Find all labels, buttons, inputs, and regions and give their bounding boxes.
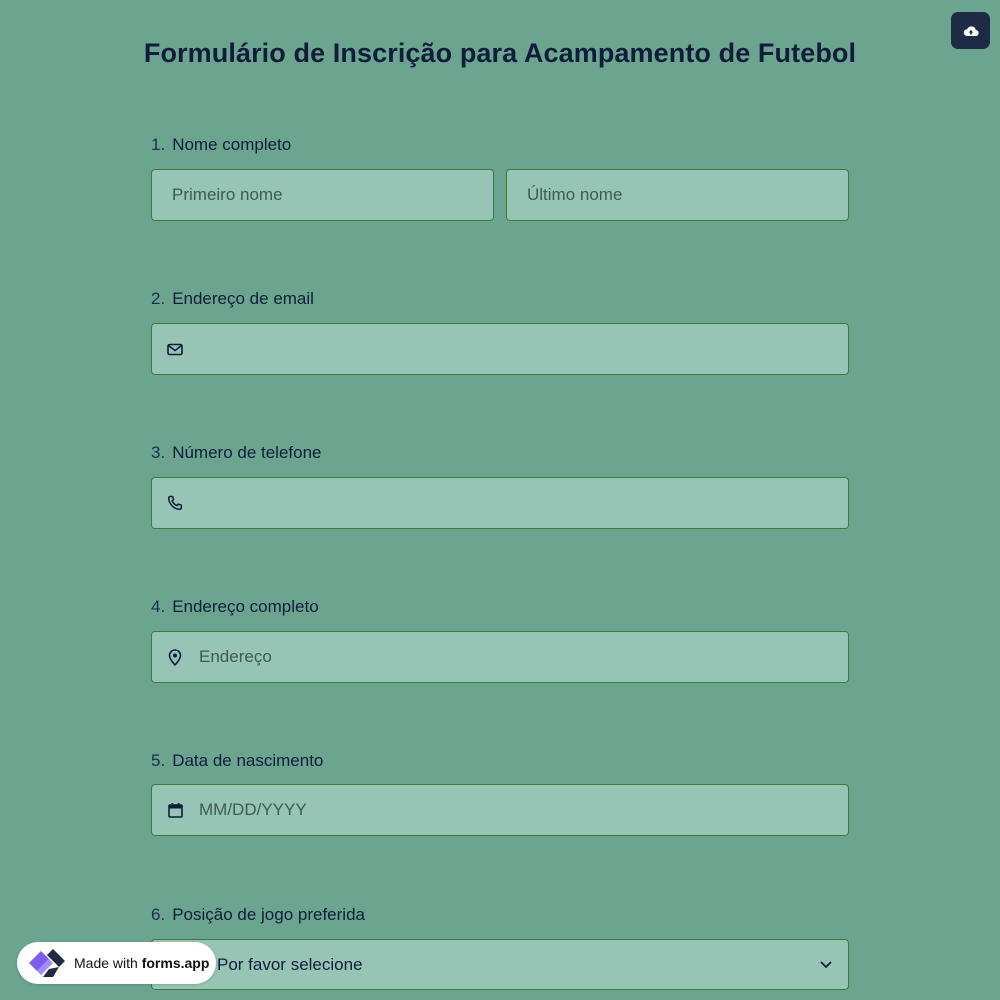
question-4-label: 4. Endereço completo <box>151 597 319 617</box>
address-input[interactable] <box>199 632 848 682</box>
made-with-forms-app-badge[interactable]: Made with forms.app <box>17 942 216 984</box>
phone-icon <box>165 493 185 513</box>
question-number: 6. <box>151 905 166 924</box>
position-select-value: Por favor selecione <box>217 954 363 974</box>
question-6-label: 6. Posição de jogo preferida <box>151 905 365 925</box>
calendar-icon <box>165 800 185 820</box>
badge-text: Made with forms.app <box>74 955 209 971</box>
first-name-field[interactable] <box>151 169 494 221</box>
first-name-input[interactable] <box>152 170 493 220</box>
question-text: Endereço completo <box>172 597 319 616</box>
birthdate-input[interactable] <box>199 785 848 835</box>
last-name-field[interactable] <box>506 169 849 221</box>
question-2-label: 2. Endereço de email <box>151 289 314 309</box>
question-number: 5. <box>151 751 166 770</box>
email-field[interactable] <box>151 323 849 375</box>
question-3-label: 3. Número de telefone <box>151 443 322 463</box>
map-pin-icon <box>165 647 185 667</box>
page-title: Formulário de Inscrição para Acampamento… <box>143 38 857 68</box>
phone-input[interactable] <box>199 478 848 528</box>
question-number: 1. <box>151 135 166 154</box>
question-number: 4. <box>151 597 166 616</box>
position-select[interactable]: Por favor selecione <box>151 939 849 990</box>
question-text: Nome completo <box>172 135 292 154</box>
address-field[interactable] <box>151 631 849 683</box>
birthdate-field[interactable] <box>151 784 849 836</box>
phone-field[interactable] <box>151 477 849 529</box>
question-1-label: 1. Nome completo <box>151 135 291 155</box>
question-5-label: 5. Data de nascimento <box>151 751 323 771</box>
question-text: Posição de jogo preferida <box>172 905 365 924</box>
badge-brand: forms.app <box>141 955 210 971</box>
question-text: Número de telefone <box>172 443 322 462</box>
question-text: Data de nascimento <box>172 751 324 770</box>
badge-prefix: Made with <box>74 955 138 971</box>
question-number: 3. <box>151 443 166 462</box>
envelope-icon <box>165 339 185 359</box>
chevron-down-icon <box>820 961 832 969</box>
forms-app-logo-icon <box>26 946 66 980</box>
last-name-input[interactable] <box>507 170 848 220</box>
cloud-upload-icon <box>963 25 979 37</box>
email-input[interactable] <box>199 324 848 374</box>
question-text: Endereço de email <box>172 289 314 308</box>
question-number: 2. <box>151 289 166 308</box>
